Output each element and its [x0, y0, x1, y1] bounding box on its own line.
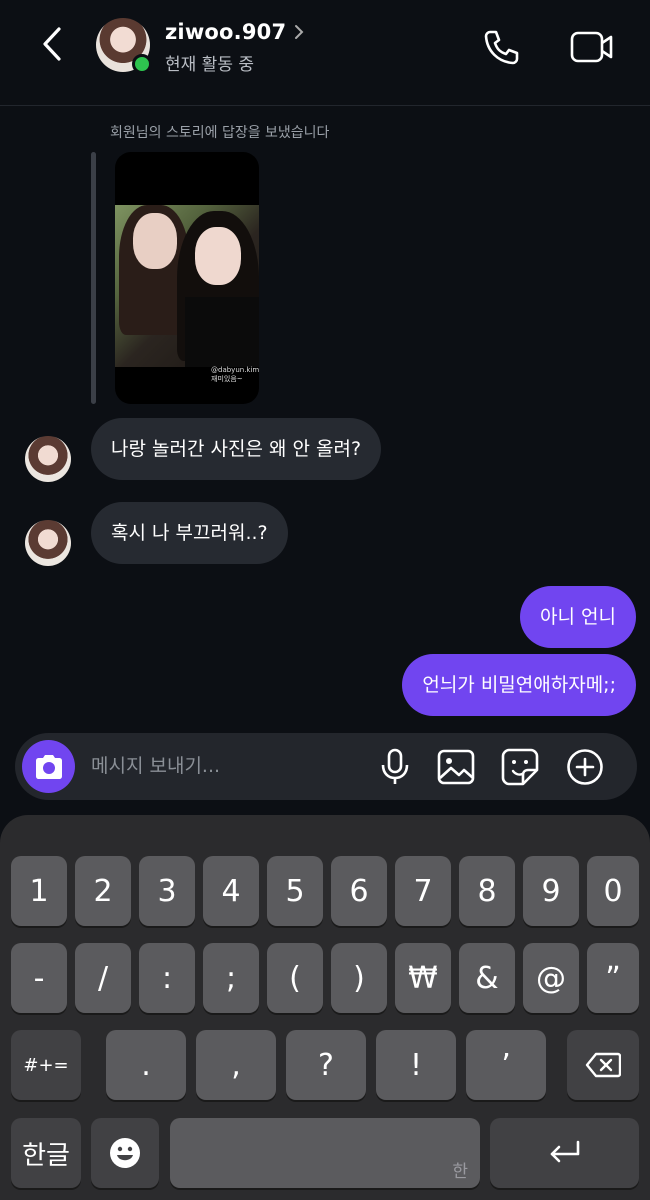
plus-circle-icon [567, 749, 603, 785]
story-preview[interactable]: @dabyun.kim 재미있음~ [115, 152, 259, 404]
microphone-icon [381, 748, 409, 784]
message-bubble-outgoing[interactable]: 아니 언니 [520, 586, 636, 648]
sender-avatar[interactable] [25, 520, 71, 566]
key-6[interactable]: 6 [331, 856, 387, 926]
return-icon [550, 1140, 579, 1163]
sender-avatar[interactable] [25, 436, 71, 482]
key-won[interactable]: ₩ [395, 943, 451, 1013]
message-bubble-outgoing[interactable]: 언늬가 비밀연애하자메;; [402, 654, 636, 716]
space-key-hint: 한 [452, 1162, 468, 1182]
backspace-icon [585, 1052, 621, 1078]
phone-icon [484, 30, 519, 65]
keyboard: 1 2 3 4 5 6 7 8 9 0 - / : ; ( ) ₩ & @ ” … [0, 815, 650, 1200]
key-close-paren[interactable]: ) [331, 943, 387, 1013]
sticker-button[interactable] [500, 747, 540, 787]
key-semicolon[interactable]: ; [203, 943, 259, 1013]
key-colon[interactable]: : [139, 943, 195, 1013]
key-at[interactable]: @ [523, 943, 579, 1013]
camera-icon [35, 754, 62, 779]
key-open-paren[interactable]: ( [267, 943, 323, 1013]
message-bubble-incoming[interactable]: 혹시 나 부끄러워..? [91, 502, 288, 564]
backspace-key[interactable] [567, 1030, 639, 1100]
key-5[interactable]: 5 [267, 856, 323, 926]
message-input[interactable] [91, 750, 371, 782]
key-0[interactable]: 0 [587, 856, 639, 926]
key-quote[interactable]: ” [587, 943, 639, 1013]
return-key[interactable] [490, 1118, 639, 1188]
chevron-right-icon [295, 25, 304, 39]
video-call-button[interactable] [566, 24, 616, 70]
key-exclamation[interactable]: ! [376, 1030, 456, 1100]
story-reply-bar [91, 152, 96, 404]
key-more-symbols[interactable]: #+= [11, 1030, 81, 1100]
key-hyphen[interactable]: - [11, 943, 67, 1013]
key-8[interactable]: 8 [459, 856, 515, 926]
back-button[interactable] [30, 22, 74, 66]
space-key[interactable]: 한 [170, 1118, 480, 1188]
profile-avatar[interactable] [96, 18, 152, 74]
more-options-button[interactable] [565, 747, 605, 787]
sticker-icon [501, 748, 539, 786]
gallery-button[interactable] [436, 747, 476, 787]
online-indicator [132, 54, 152, 74]
profile-name-link[interactable]: ziwoo.907 [165, 20, 304, 44]
emoji-icon [110, 1138, 140, 1168]
back-icon [43, 27, 61, 61]
key-4[interactable]: 4 [203, 856, 259, 926]
camera-button[interactable] [22, 740, 75, 793]
username: ziwoo.907 [165, 20, 287, 44]
language-key[interactable]: 한글 [11, 1118, 81, 1188]
story-mention: @dabyun.kim 재미있음~ [211, 366, 259, 383]
story-photo [115, 205, 259, 367]
key-apostrophe[interactable]: ’ [466, 1030, 546, 1100]
key-1[interactable]: 1 [11, 856, 67, 926]
emoji-key[interactable] [91, 1118, 159, 1188]
key-slash[interactable]: / [75, 943, 131, 1013]
voice-call-button[interactable] [478, 24, 524, 70]
gallery-icon [437, 749, 475, 785]
chat-header: ziwoo.907 현재 활동 중 [0, 0, 650, 106]
story-reply-caption: 회원님의 스토리에 답장을 보냈습니다 [110, 125, 330, 141]
message-bubble-incoming[interactable]: 나랑 놀러간 사진은 왜 안 올려? [91, 418, 382, 480]
key-9[interactable]: 9 [523, 856, 579, 926]
key-period[interactable]: . [106, 1030, 186, 1100]
key-3[interactable]: 3 [139, 856, 195, 926]
key-comma[interactable]: , [196, 1030, 276, 1100]
key-2[interactable]: 2 [75, 856, 131, 926]
message-composer [15, 733, 637, 800]
key-7[interactable]: 7 [395, 856, 451, 926]
key-ampersand[interactable]: & [459, 943, 515, 1013]
video-camera-icon [570, 31, 613, 63]
voice-message-button[interactable] [375, 747, 415, 787]
activity-status: 현재 활동 중 [165, 55, 255, 75]
key-question[interactable]: ? [286, 1030, 366, 1100]
